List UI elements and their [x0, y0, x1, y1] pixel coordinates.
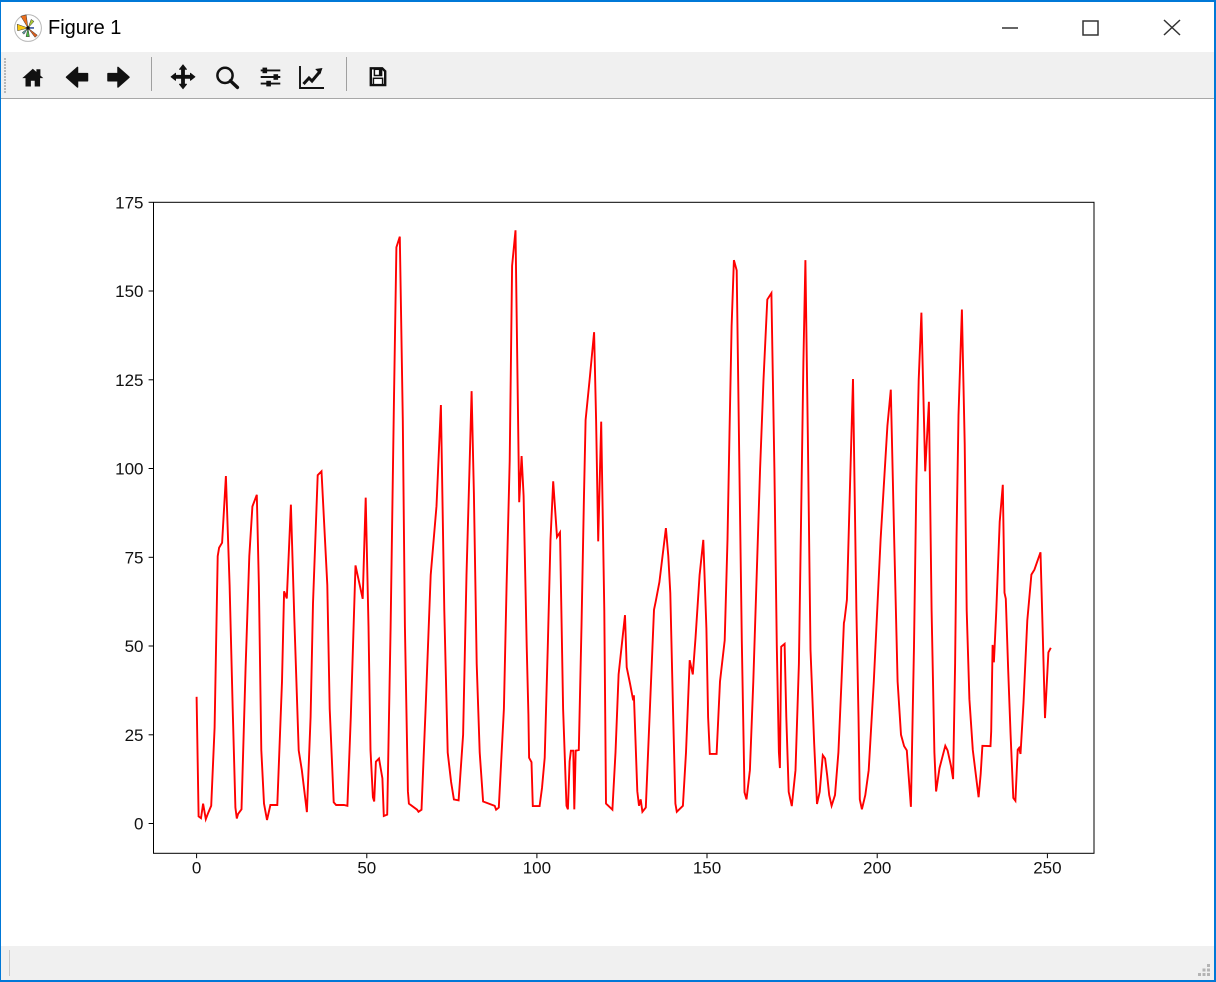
svg-text:25: 25	[125, 726, 144, 745]
svg-text:0: 0	[134, 815, 143, 834]
svg-text:125: 125	[115, 371, 143, 390]
svg-text:150: 150	[115, 282, 143, 301]
svg-text:150: 150	[693, 859, 721, 878]
svg-text:50: 50	[357, 859, 376, 878]
svg-text:200: 200	[863, 859, 891, 878]
svg-text:175: 175	[115, 193, 143, 212]
svg-text:50: 50	[125, 637, 144, 656]
svg-text:100: 100	[523, 859, 551, 878]
svg-text:250: 250	[1033, 859, 1061, 878]
svg-text:75: 75	[125, 548, 144, 567]
svg-text:0: 0	[192, 859, 201, 878]
svg-text:100: 100	[115, 460, 143, 479]
